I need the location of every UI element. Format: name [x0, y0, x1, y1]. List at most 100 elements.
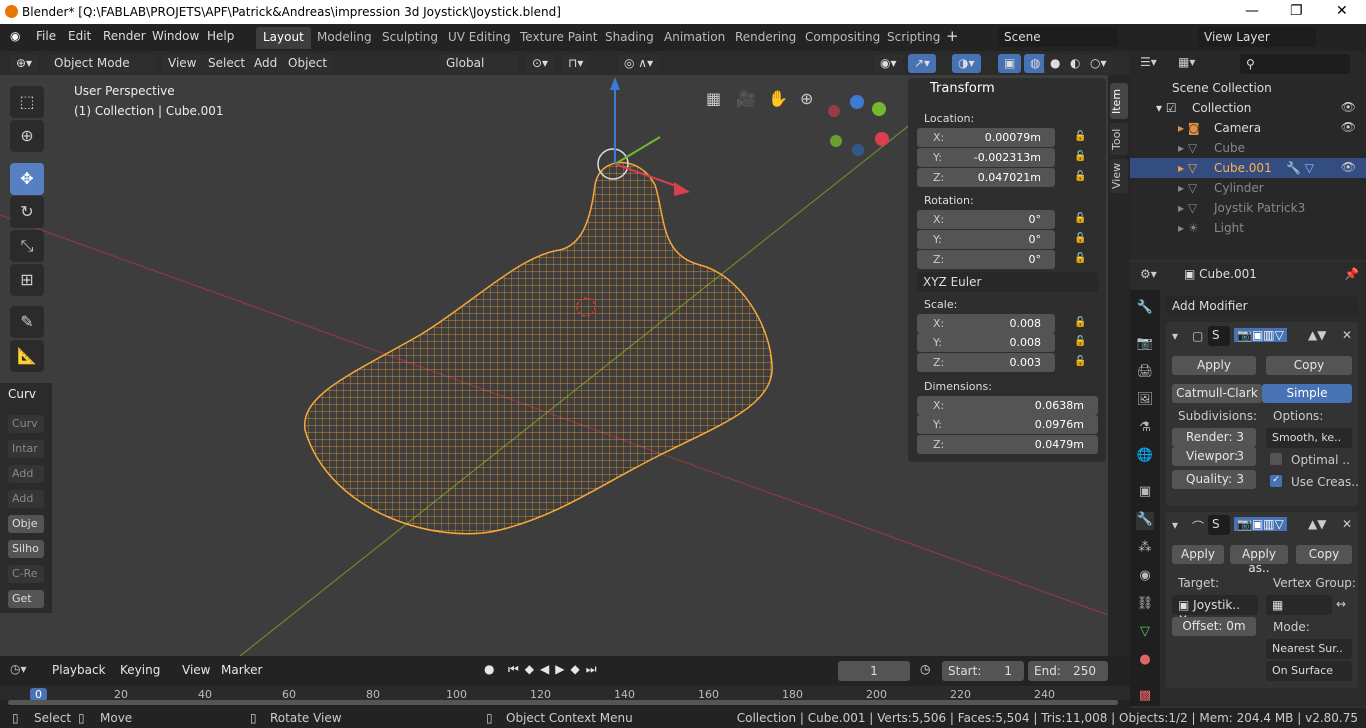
camera-view-icon[interactable]: 🎥 — [736, 89, 756, 108]
dimension-y-field[interactable]: Y: 0.0976m — [917, 415, 1098, 434]
tool-props-icon[interactable]: 🔧 — [1136, 300, 1154, 318]
get-tool-button[interactable]: Get — [8, 590, 44, 608]
dimension-z-field[interactable]: Z: 0.0479m — [917, 435, 1098, 454]
simple-toggle[interactable]: Simple — [1262, 384, 1352, 403]
target-field[interactable]: ▣ Joystik.. ✕ — [1172, 595, 1258, 626]
menu-object[interactable]: Object — [282, 54, 334, 73]
lock-icon[interactable]: 🔓 — [1074, 336, 1086, 347]
start-frame-field[interactable]: Start: 1 — [942, 661, 1024, 681]
transform-title[interactable]: Transform — [930, 81, 995, 96]
modifier-name-field[interactable]: S — [1208, 326, 1230, 346]
rotation-z-field[interactable]: Z: 0° — [917, 250, 1055, 269]
interpolate-tool-button[interactable]: Intar — [8, 440, 44, 458]
measure-tool-icon[interactable]: 📐 — [10, 340, 44, 372]
remove-modifier-icon[interactable]: ✕ — [1342, 517, 1352, 531]
pin-icon[interactable]: 📌 — [1344, 267, 1359, 281]
editor-type-icon[interactable]: ⊕▾ — [10, 54, 39, 73]
use-crease-checkbox[interactable]: ✓ — [1270, 475, 1282, 487]
silhouette-tool-button[interactable]: Silho — [8, 540, 44, 558]
lock-icon[interactable]: 🔓 — [1074, 151, 1086, 162]
overlay-icon[interactable]: ◑▾ — [952, 54, 981, 73]
data-props-icon[interactable]: ▽ — [1136, 624, 1154, 642]
rotation-y-field[interactable]: Y: 0° — [917, 230, 1055, 249]
view-layer-props-icon[interactable]: 🖼 — [1136, 392, 1154, 410]
playback-menu[interactable]: Playback — [52, 663, 106, 677]
menu-edit[interactable]: Edit — [68, 29, 91, 43]
outliner-cube[interactable]: ▸ ▽ Cube — [1130, 138, 1366, 158]
modifier-props-icon[interactable]: 🔧 — [1136, 512, 1154, 530]
outliner-collection[interactable]: ▾ ☑ Collection 👁 — [1130, 98, 1366, 118]
remove-modifier-icon[interactable]: ✕ — [1342, 328, 1352, 342]
add-workspace-icon[interactable]: + — [946, 27, 959, 45]
invert-icon[interactable]: ↔ — [1336, 597, 1346, 611]
outliner-cylinder[interactable]: ▸ ▽ Cylinder — [1130, 178, 1366, 198]
constraints-props-icon[interactable]: ⛓ — [1136, 596, 1154, 614]
transform-tool-icon[interactable]: ⊞ — [10, 264, 44, 296]
orientation-dropdown[interactable]: Global — [440, 54, 518, 73]
apply-button[interactable]: Apply — [1172, 356, 1256, 375]
timeline-scrollbar[interactable] — [8, 700, 1118, 705]
smooth-dropdown[interactable]: Smooth, ke.. — [1266, 428, 1352, 448]
tab-uv-editing[interactable]: UV Editing — [441, 27, 518, 49]
physics-props-icon[interactable]: ◉ — [1136, 568, 1154, 586]
snap-icon[interactable]: ⊓▾ — [562, 54, 590, 73]
offset-field[interactable]: Offset: 0m — [1172, 617, 1256, 636]
lock-icon[interactable]: 🔓 — [1074, 233, 1086, 244]
lock-icon[interactable]: 🔓 — [1074, 131, 1086, 142]
scale-x-field[interactable]: X: 0.008 — [917, 314, 1055, 333]
modifier-name-field[interactable]: S — [1208, 515, 1230, 535]
apply-button[interactable]: Apply — [1172, 545, 1224, 564]
tab-shading[interactable]: Shading — [598, 27, 661, 49]
dimension-x-field[interactable]: X: 0.0638m — [917, 396, 1098, 415]
tab-rendering[interactable]: Rendering — [728, 27, 803, 49]
particles-props-icon[interactable]: ⁂ — [1136, 540, 1154, 558]
menu-file[interactable]: File — [36, 29, 56, 43]
cursor-tool-icon[interactable]: ⊕ — [10, 120, 44, 152]
tab-sculpting[interactable]: Sculpting — [375, 27, 445, 49]
quality-field[interactable]: Quality: 3 — [1172, 470, 1256, 489]
tab-layout[interactable]: Layout — [256, 27, 311, 49]
curv-panel-title[interactable]: Curv — [8, 387, 36, 401]
outliner-search-input[interactable]: ⚲ — [1240, 54, 1350, 74]
tab-texture-paint[interactable]: Texture Paint — [513, 27, 604, 49]
tab-view[interactable]: View — [1110, 159, 1128, 193]
clock-icon[interactable]: ◷ — [920, 662, 930, 676]
lock-icon[interactable]: 🔓 — [1074, 171, 1086, 182]
copy-button[interactable]: Copy — [1266, 356, 1352, 375]
lock-icon[interactable]: 🔓 — [1074, 253, 1086, 264]
outliner-type-icon[interactable]: ☰▾ — [1140, 55, 1157, 69]
menu-select[interactable]: Select — [202, 54, 252, 73]
record-icon[interactable]: ● — [484, 662, 494, 676]
maximize-icon[interactable]: ❐ — [1290, 3, 1303, 19]
rotation-x-field[interactable]: X: 0° — [917, 210, 1055, 229]
pan-hand-icon[interactable]: ✋ — [768, 89, 788, 108]
optimal-checkbox[interactable] — [1270, 453, 1282, 465]
zoom-icon[interactable]: ⊕ — [800, 89, 813, 108]
curve-tool-button[interactable]: Curv — [8, 415, 44, 433]
modifier-visibility-icons[interactable]: 📷▣▥▽ — [1234, 517, 1287, 531]
vertex-group-field[interactable]: ▦ — [1266, 595, 1332, 615]
object-props-icon[interactable]: ▣ — [1136, 484, 1154, 502]
xray-icon[interactable]: ▣ — [998, 54, 1022, 73]
scale-y-field[interactable]: Y: 0.008 — [917, 333, 1055, 352]
proportional-edit-icon[interactable]: ◎ ∧▾ — [618, 54, 660, 73]
close-icon[interactable]: ✕ — [1336, 3, 1348, 19]
output-props-icon[interactable]: 🖨 — [1136, 364, 1154, 382]
render-props-icon[interactable]: 📷 — [1136, 336, 1154, 354]
add-tool-button-1[interactable]: Add — [8, 465, 44, 483]
scene-props-icon[interactable]: ⚗ — [1136, 420, 1154, 438]
outliner-light[interactable]: ▸ ☀ Light — [1130, 218, 1366, 238]
add-tool-button-2[interactable]: Add — [8, 490, 44, 508]
snap-mode-dropdown[interactable]: On Surface — [1266, 661, 1352, 681]
wrap-method-dropdown[interactable]: Nearest Sur.. — [1266, 639, 1352, 659]
playback-controls-icon[interactable]: ⏮◆◀▶◆⏭ — [508, 662, 603, 677]
current-frame-field[interactable]: 1 — [838, 661, 910, 681]
timeline-view-menu[interactable]: View — [182, 663, 210, 677]
render-levels-field[interactable]: Render: 3 — [1172, 428, 1256, 447]
keying-menu[interactable]: Keying — [120, 663, 160, 677]
c-re-tool-button[interactable]: C-Re — [8, 565, 44, 583]
outliner-cube-001[interactable]: ▸ ▽ Cube.001 🔧 ▽ 👁 — [1130, 158, 1366, 178]
location-z-field[interactable]: Z: 0.047021m — [917, 168, 1055, 187]
move-up-down-icon[interactable]: ▲▼ — [1308, 328, 1326, 342]
rendered-shading-icon[interactable]: ○▾ — [1084, 54, 1113, 73]
